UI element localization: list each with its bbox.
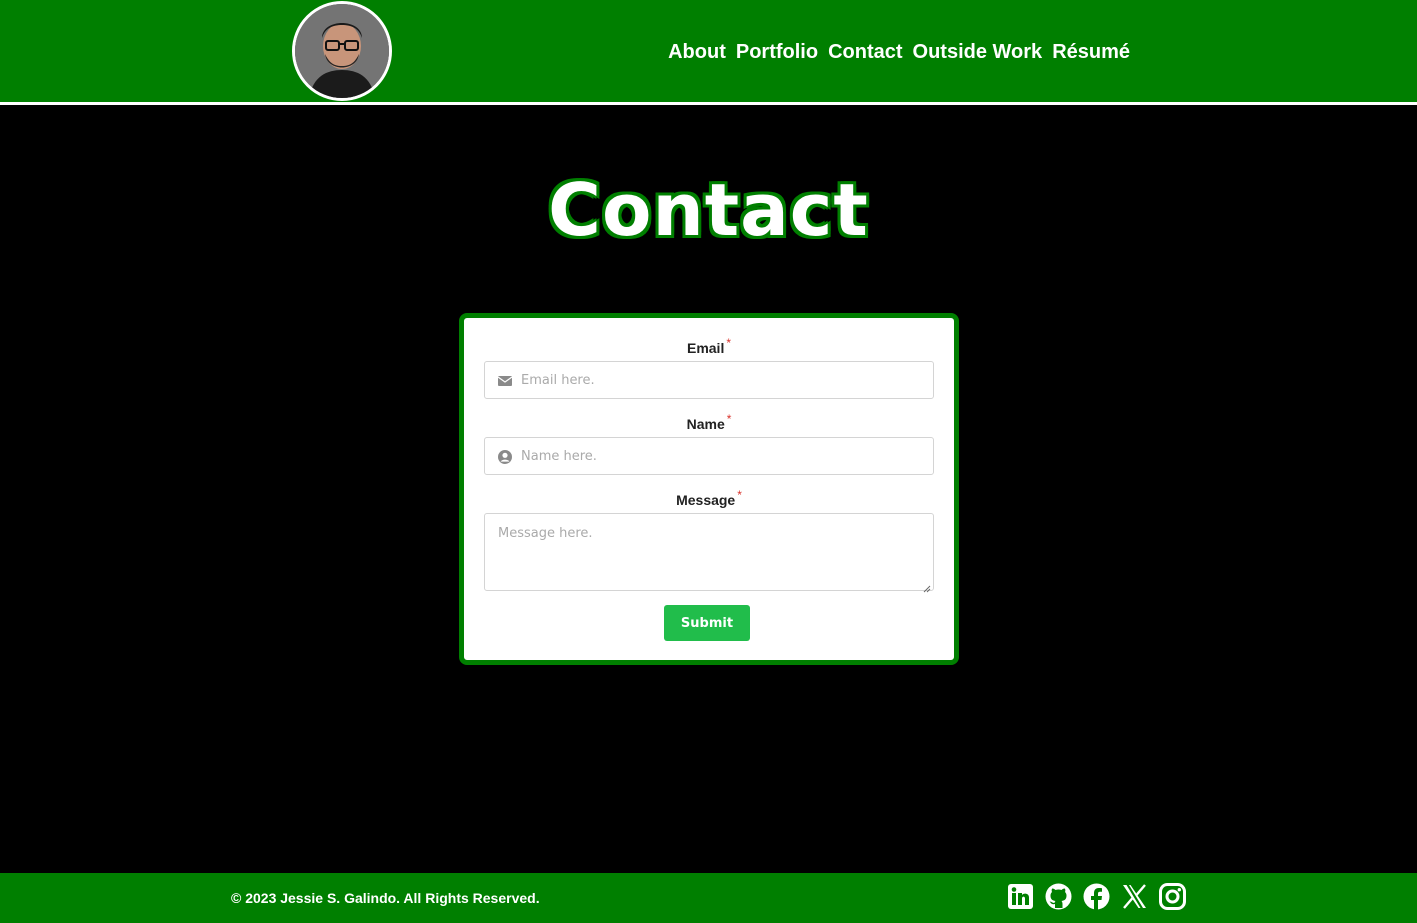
email-field-wrapper: [484, 361, 934, 399]
contact-form: Email* Name* Message* Submit: [459, 313, 959, 665]
message-label: Message *: [464, 488, 954, 508]
required-mark: *: [726, 336, 732, 350]
name-label-text: Name: [686, 416, 725, 432]
nav-about[interactable]: About: [668, 40, 726, 64]
social-links: [1007, 883, 1186, 910]
user-circle-icon: [497, 449, 513, 465]
resize-handle-icon[interactable]: [923, 580, 931, 593]
instagram-icon[interactable]: [1159, 883, 1186, 910]
nav-portfolio[interactable]: Portfolio: [736, 40, 818, 64]
name-field[interactable]: [521, 438, 921, 474]
main-nav: About Portfolio Contact Outside Work Rés…: [668, 40, 1130, 64]
site-footer: © 2023 Jessie S. Galindo. All Rights Res…: [0, 873, 1417, 923]
required-mark: *: [726, 412, 732, 426]
submit-button[interactable]: Submit: [664, 605, 750, 641]
message-field-wrapper: [484, 513, 934, 593]
avatar-photo: [295, 4, 389, 98]
email-label: Email *: [464, 336, 954, 356]
email-field[interactable]: [521, 362, 921, 398]
copyright-text: © 2023 Jessie S. Galindo. All Rights Res…: [231, 890, 540, 906]
required-mark: *: [737, 488, 742, 502]
nav-resume[interactable]: Résumé: [1052, 40, 1130, 64]
message-field[interactable]: [485, 514, 933, 590]
github-icon[interactable]: [1045, 883, 1072, 910]
message-label-text: Message: [676, 492, 736, 508]
envelope-icon: [497, 373, 513, 389]
site-header: About Portfolio Contact Outside Work Rés…: [0, 0, 1417, 105]
page-title: Contact: [548, 168, 869, 252]
facebook-icon[interactable]: [1083, 883, 1110, 910]
linkedin-icon[interactable]: [1007, 883, 1034, 910]
avatar[interactable]: [292, 1, 392, 101]
email-label-text: Email: [686, 340, 725, 356]
name-field-wrapper: [484, 437, 934, 475]
nav-outside-work[interactable]: Outside Work: [913, 40, 1043, 64]
x-icon[interactable]: [1121, 883, 1148, 910]
name-label: Name *: [464, 412, 954, 432]
nav-contact[interactable]: Contact: [828, 40, 902, 64]
